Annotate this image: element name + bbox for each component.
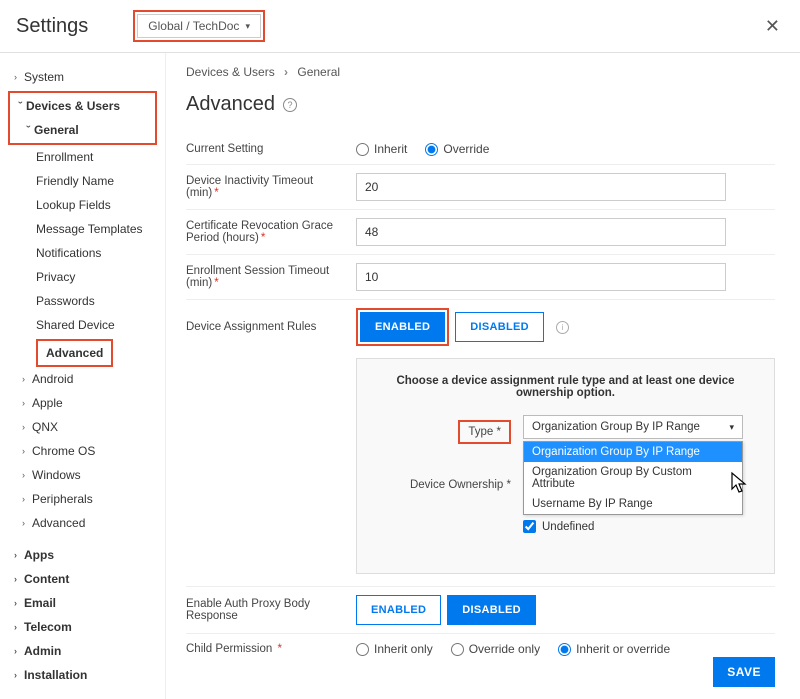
sidebar-item-telecom[interactable]: ›Telecom [8, 615, 157, 639]
sidebar-highlight-advanced: Advanced [36, 339, 113, 367]
sidebar-item-content[interactable]: ›Content [8, 567, 157, 591]
checkbox-undefined[interactable]: Undefined [523, 520, 758, 533]
dropdown-option-username-ip[interactable]: Username By IP Range [524, 494, 742, 514]
sidebar-item-advanced-platform[interactable]: ›Advanced [8, 511, 157, 535]
dropdown-option-custom-attr[interactable]: Organization Group By Custom Attribute [524, 462, 742, 494]
breadcrumb-general[interactable]: General [297, 65, 340, 79]
panel-title: Choose a device assignment rule type and… [373, 375, 758, 399]
sidebar-item-qnx[interactable]: ›QNX [8, 415, 157, 439]
chevron-right-icon: › [14, 550, 24, 560]
sidebar-item-notifications[interactable]: Notifications [8, 241, 157, 265]
highlight-enabled: ENABLED [356, 308, 449, 346]
input-inactivity-timeout[interactable] [356, 173, 726, 201]
chevron-right-icon: › [14, 646, 24, 656]
sidebar-item-privacy[interactable]: Privacy [8, 265, 157, 289]
cursor-icon [730, 471, 750, 495]
chevron-right-icon: › [22, 494, 32, 504]
label-enroll-timeout: Enrollment Session Timeout (min)* [186, 265, 356, 289]
chevron-right-icon: › [22, 374, 32, 384]
sidebar-item-general[interactable]: ›General [10, 118, 155, 142]
sidebar-item-shared-device[interactable]: Shared Device [8, 313, 157, 337]
radio-override[interactable]: Override [425, 142, 489, 156]
chevron-right-icon: › [22, 398, 32, 408]
sidebar-item-enrollment[interactable]: Enrollment [8, 145, 157, 169]
label-cert-revocation: Certificate Revocation Grace Period (hou… [186, 220, 356, 244]
label-inactivity: Device Inactivity Timeout (min)* [186, 175, 356, 199]
sidebar-item-system[interactable]: ›System [8, 65, 157, 89]
chevron-right-icon: › [22, 518, 32, 528]
page-title: Advanced ? [186, 93, 775, 116]
save-button[interactable]: SAVE [713, 657, 775, 687]
chevron-down-icon: › [24, 125, 34, 135]
label-ownership: Device Ownership * [373, 474, 523, 491]
close-icon[interactable]: ✕ [761, 12, 784, 41]
toggle-rules-enabled[interactable]: ENABLED [360, 312, 445, 342]
page-heading: Settings [16, 15, 88, 38]
label-type: Type * [373, 415, 523, 444]
input-cert-grace[interactable] [356, 218, 726, 246]
radio-inherit-only[interactable]: Inherit only [356, 642, 433, 656]
breadcrumb-devices[interactable]: Devices & Users [186, 65, 275, 79]
help-icon[interactable]: ? [283, 98, 297, 112]
sidebar-highlight-devices: ›Devices & Users ›General [8, 91, 157, 145]
toggle-proxy-enabled[interactable]: ENABLED [356, 595, 441, 625]
sidebar: ›System ›Devices & Users ›General Enroll… [0, 53, 165, 699]
radio-inherit-or-override[interactable]: Inherit or override [558, 642, 670, 656]
sidebar-item-windows[interactable]: ›Windows [8, 463, 157, 487]
chevron-right-icon: › [14, 72, 24, 82]
sidebar-item-lookup-fields[interactable]: Lookup Fields [8, 193, 157, 217]
radio-inherit[interactable]: Inherit [356, 142, 407, 156]
sidebar-item-admin[interactable]: ›Admin [8, 639, 157, 663]
org-selector-label: Global / TechDoc [148, 19, 239, 33]
chevron-down-icon: ▾ [729, 422, 734, 433]
chevron-right-icon: › [22, 422, 32, 432]
sidebar-item-apps[interactable]: ›Apps [8, 543, 157, 567]
sidebar-item-message-templates[interactable]: Message Templates [8, 217, 157, 241]
sidebar-item-email[interactable]: ›Email [8, 591, 157, 615]
sidebar-item-friendly-name[interactable]: Friendly Name [8, 169, 157, 193]
sidebar-item-chrome-os[interactable]: ›Chrome OS [8, 439, 157, 463]
sidebar-item-installation[interactable]: ›Installation [8, 663, 157, 687]
label-child-permission: Child Permission * [186, 643, 356, 655]
radio-override-only[interactable]: Override only [451, 642, 540, 656]
assignment-rules-panel: Choose a device assignment rule type and… [356, 358, 775, 574]
chevron-right-icon: › [14, 598, 24, 608]
label-auth-proxy: Enable Auth Proxy Body Response [186, 598, 356, 622]
sidebar-item-devices-users[interactable]: ›Devices & Users [10, 94, 155, 118]
info-icon[interactable]: i [556, 321, 569, 334]
chevron-down-icon: ▾ [245, 21, 250, 32]
sidebar-item-advanced-sub[interactable]: Advanced [38, 341, 111, 365]
chevron-right-icon: › [22, 446, 32, 456]
breadcrumb: Devices & Users › General [186, 65, 775, 79]
select-type[interactable]: Organization Group By IP Range ▾ [523, 415, 743, 439]
label-assignment-rules: Device Assignment Rules [186, 321, 356, 333]
org-selector-highlight: Global / TechDoc ▾ [133, 10, 265, 42]
chevron-right-icon: › [14, 574, 24, 584]
chevron-right-icon: › [14, 670, 24, 680]
org-selector[interactable]: Global / TechDoc ▾ [137, 14, 261, 38]
sidebar-item-apple[interactable]: ›Apple [8, 391, 157, 415]
toggle-proxy-disabled[interactable]: DISABLED [447, 595, 536, 625]
dropdown-type-options: Organization Group By IP Range Organizat… [523, 441, 743, 515]
dropdown-option-ip-range[interactable]: Organization Group By IP Range [524, 442, 742, 462]
sidebar-item-android[interactable]: ›Android [8, 367, 157, 391]
chevron-right-icon: › [14, 622, 24, 632]
sidebar-item-peripherals[interactable]: ›Peripherals [8, 487, 157, 511]
sidebar-item-passwords[interactable]: Passwords [8, 289, 157, 313]
main-content: Devices & Users › General Advanced ? Cur… [165, 53, 800, 699]
chevron-down-icon: › [16, 101, 26, 111]
input-enroll-timeout[interactable] [356, 263, 726, 291]
chevron-right-icon: › [22, 470, 32, 480]
chevron-right-icon: › [284, 65, 288, 79]
toggle-rules-disabled[interactable]: DISABLED [455, 312, 544, 342]
label-current-setting: Current Setting [186, 143, 356, 155]
